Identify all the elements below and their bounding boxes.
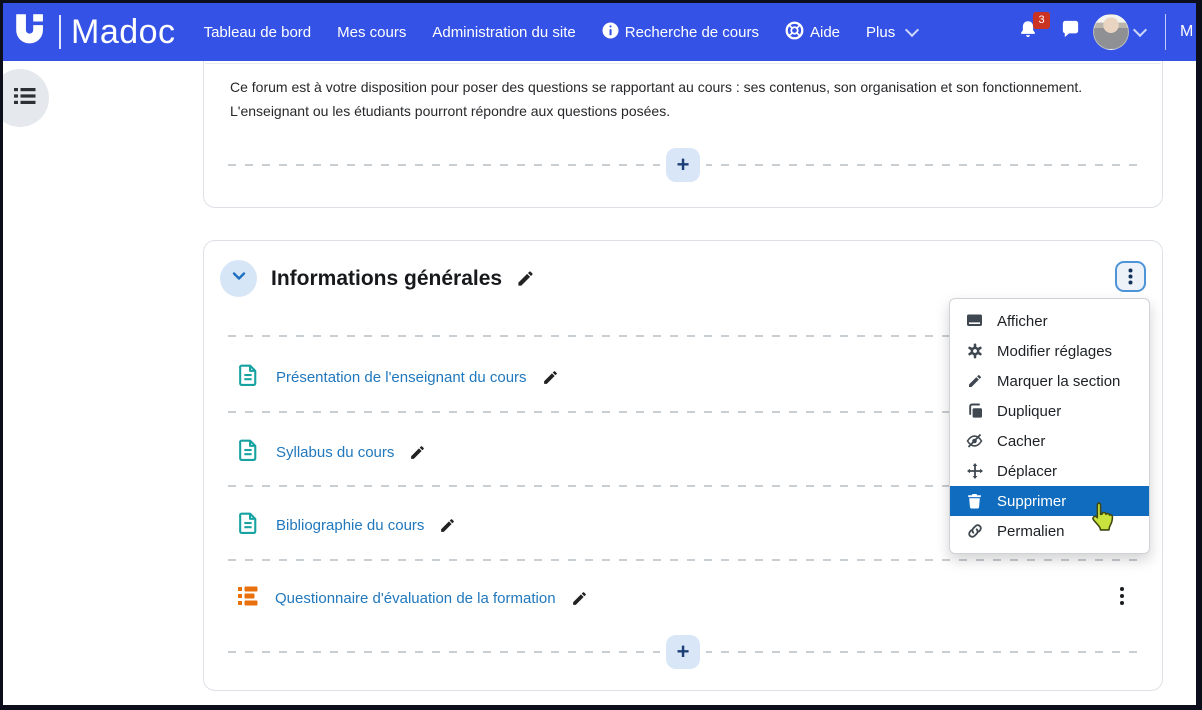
- list-icon: [14, 86, 36, 111]
- copy-icon: [966, 403, 983, 419]
- gear-icon: [966, 343, 983, 359]
- user-menu[interactable]: [1093, 13, 1151, 51]
- feedback-icon: [236, 584, 260, 613]
- activity-link[interactable]: Présentation de l'enseignant du cours: [276, 369, 527, 386]
- collapse-section-button[interactable]: [220, 260, 257, 297]
- menu-item-permalien[interactable]: Permalien: [950, 516, 1149, 546]
- menu-item-deplacer[interactable]: Déplacer: [950, 456, 1149, 486]
- add-activity-row: +: [228, 635, 1138, 669]
- section-title: Informations générales: [271, 266, 503, 290]
- info-icon: [602, 22, 619, 43]
- chat-icon: [1060, 19, 1081, 45]
- chevron-down-icon: [1132, 22, 1148, 38]
- activity-row: Questionnaire d'évaluation de la formati…: [236, 583, 588, 613]
- avatar[interactable]: [1093, 14, 1129, 50]
- menu-item-cacher[interactable]: Cacher: [950, 426, 1149, 456]
- nav-course-search[interactable]: Recherche de cours: [592, 14, 769, 51]
- edit-activity-pencil-icon[interactable]: [571, 590, 588, 607]
- menu-item-modifier-reglages[interactable]: Modifier réglages: [950, 336, 1149, 366]
- notifications-button[interactable]: 3: [1009, 12, 1050, 51]
- section-menu-button[interactable]: [1115, 261, 1146, 292]
- dashed-divider: [228, 559, 1138, 561]
- activity-row: Bibliographie du cours: [236, 510, 456, 540]
- top-navbar: Madoc Tableau de bord Mes cours Administ…: [3, 3, 1196, 61]
- edit-activity-pencil-icon[interactable]: [439, 517, 456, 534]
- navbar-right: 3 M: [1009, 12, 1196, 51]
- site-name[interactable]: Madoc: [71, 13, 176, 52]
- highlight-icon: [966, 373, 983, 389]
- nav-site-administration[interactable]: Administration du site: [422, 16, 585, 49]
- section-header: Informations générales: [220, 260, 535, 297]
- link-icon: [966, 523, 983, 539]
- page-icon: [236, 510, 261, 540]
- activity-link[interactable]: Syllabus du cours: [276, 444, 394, 461]
- course-index-toggle[interactable]: [3, 69, 49, 127]
- edit-section-title-pencil-icon[interactable]: [516, 269, 535, 288]
- brand-separator: [59, 15, 61, 49]
- section-context-menu: Afficher Modifier réglages Marquer la se…: [949, 298, 1150, 554]
- messages-button[interactable]: [1051, 13, 1089, 51]
- page-icon: [236, 362, 261, 392]
- eye-slash-icon: [966, 433, 983, 449]
- university-logo-icon: [15, 13, 49, 52]
- add-activity-row: +: [228, 148, 1138, 182]
- forum-description: Ce forum est à votre disposition pour po…: [230, 79, 1083, 119]
- activity-link[interactable]: Questionnaire d'évaluation de la formati…: [275, 590, 556, 607]
- activity-row: Présentation de l'enseignant du cours: [236, 362, 559, 392]
- menu-item-afficher[interactable]: Afficher: [950, 306, 1149, 336]
- activity-menu-button[interactable]: [1120, 587, 1124, 605]
- lifering-icon: [785, 21, 804, 44]
- notification-count-badge: 3: [1033, 12, 1050, 29]
- activity-divider: [205, 63, 1161, 64]
- display-icon: [966, 314, 983, 329]
- brand[interactable]: Madoc: [3, 13, 194, 52]
- chevron-down-icon: [231, 268, 247, 289]
- primary-navigation: Tableau de bord Mes cours Administration…: [194, 13, 934, 52]
- edit-activity-pencil-icon[interactable]: [409, 444, 426, 461]
- nav-help[interactable]: Aide: [775, 13, 850, 52]
- menu-item-dupliquer[interactable]: Dupliquer: [950, 396, 1149, 426]
- add-activity-button[interactable]: +: [666, 148, 700, 182]
- move-icon: [966, 463, 983, 479]
- add-activity-button[interactable]: +: [666, 635, 700, 669]
- app-window: Madoc Tableau de bord Mes cours Administ…: [0, 0, 1202, 710]
- edit-mode-cut-label: M: [1180, 23, 1194, 40]
- navbar-divider: [1165, 14, 1166, 50]
- activity-link[interactable]: Bibliographie du cours: [276, 517, 424, 534]
- edit-activity-pencil-icon[interactable]: [542, 369, 559, 386]
- menu-item-supprimer[interactable]: Supprimer: [950, 486, 1149, 516]
- nav-my-courses[interactable]: Mes cours: [327, 16, 416, 49]
- menu-item-marquer-section[interactable]: Marquer la section: [950, 366, 1149, 396]
- page-icon: [236, 437, 261, 467]
- activity-row: Syllabus du cours: [236, 437, 426, 467]
- trash-icon: [966, 493, 983, 509]
- chevron-down-icon: [905, 22, 920, 38]
- nav-dashboard[interactable]: Tableau de bord: [194, 16, 322, 49]
- nav-more[interactable]: Plus: [856, 16, 933, 49]
